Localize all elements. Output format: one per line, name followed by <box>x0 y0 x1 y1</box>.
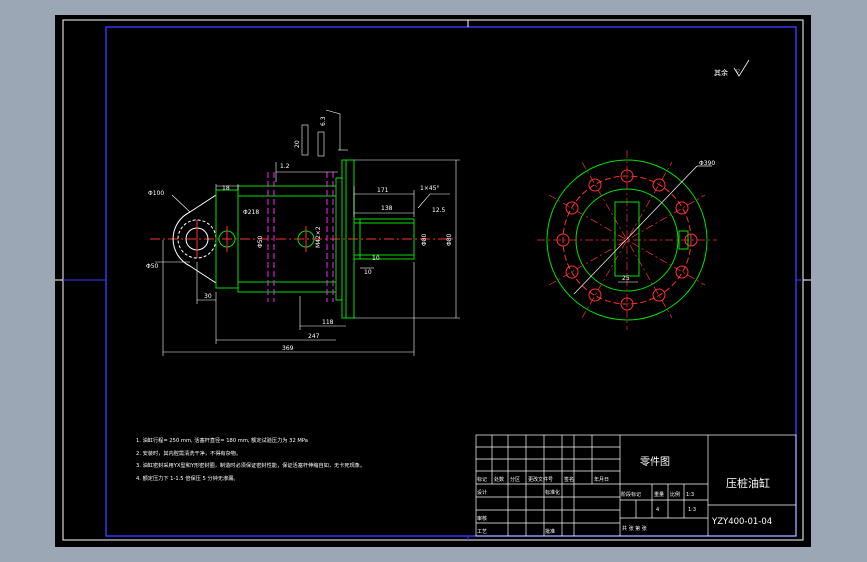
svg-text:4. 额定压力下 1-1.5 倍保压 5 分钟无渗漏。: 4. 额定压力下 1-1.5 倍保压 5 分钟无渗漏。 <box>136 474 239 482</box>
svg-text:30: 30 <box>204 293 212 300</box>
svg-text:YZY400-01-04: YZY400-01-04 <box>711 517 772 527</box>
svg-text:阶段标记: 阶段标记 <box>621 491 641 498</box>
svg-text:共 张 第 张: 共 张 第 张 <box>622 525 647 532</box>
svg-text:18: 18 <box>222 185 230 192</box>
cad-drawing-viewport[interactable]: 其余 ▽ Φ100 Φ50 Φ218 18 30 118 247 369 171… <box>0 0 867 562</box>
svg-text:标准化: 标准化 <box>545 489 560 496</box>
svg-text:审核: 审核 <box>477 515 487 522</box>
svg-text:▽: ▽ <box>736 69 740 75</box>
svg-text:369: 369 <box>282 345 294 352</box>
svg-text:3. 油缸密封采用YX型和Y形密封圈，制造时必须保证密封性能: 3. 油缸密封采用YX型和Y形密封圈，制造时必须保证密封性能，保证活塞杆伸缩自如… <box>136 461 365 469</box>
svg-text:Φ218: Φ218 <box>243 209 259 216</box>
svg-text:M42×2: M42×2 <box>315 226 322 248</box>
svg-text:其余: 其余 <box>714 68 728 77</box>
svg-text:设计: 设计 <box>477 489 487 496</box>
svg-text:4: 4 <box>656 507 659 513</box>
svg-text:1:3: 1:3 <box>688 507 696 513</box>
svg-text:分区: 分区 <box>510 476 520 483</box>
svg-text:Φ80: Φ80 <box>421 233 428 246</box>
svg-text:138: 138 <box>381 205 393 212</box>
svg-text:1.2: 1.2 <box>280 163 290 170</box>
svg-text:1. 油缸行程= 250 mm, 活塞杆直径= 180 mm: 1. 油缸行程= 250 mm, 活塞杆直径= 180 mm, 额定试验压力为 … <box>136 436 308 444</box>
svg-text:171: 171 <box>377 187 389 194</box>
svg-text:签名: 签名 <box>564 476 574 483</box>
svg-text:年月日: 年月日 <box>594 476 609 483</box>
svg-text:10: 10 <box>364 269 372 276</box>
svg-text:Φ50: Φ50 <box>146 263 159 270</box>
svg-text:重量: 重量 <box>654 491 664 498</box>
svg-text:零件图: 零件图 <box>640 456 670 468</box>
svg-text:处数: 处数 <box>494 476 504 483</box>
svg-text:10: 10 <box>372 255 380 262</box>
svg-text:标记: 标记 <box>477 476 487 483</box>
svg-text:25: 25 <box>622 275 630 282</box>
svg-text:247: 247 <box>308 333 320 340</box>
svg-text:Φ100: Φ100 <box>148 190 164 197</box>
svg-text:6.3: 6.3 <box>320 116 327 126</box>
svg-text:更改文件号: 更改文件号 <box>528 476 553 483</box>
svg-text:Φ390: Φ390 <box>699 160 715 167</box>
svg-text:12.5: 12.5 <box>432 207 446 214</box>
svg-text:比例: 比例 <box>670 491 680 498</box>
svg-text:1×45°: 1×45° <box>420 185 439 192</box>
svg-text:20: 20 <box>294 140 301 148</box>
svg-text:118: 118 <box>322 319 334 326</box>
svg-text:Φ80: Φ80 <box>446 233 453 246</box>
svg-text:1:3: 1:3 <box>686 492 694 498</box>
svg-text:Φ50: Φ50 <box>257 235 264 248</box>
svg-text:压桩油缸: 压桩油缸 <box>726 476 770 490</box>
svg-text:2. 安装时，其内腔需清洗干净，不得有杂物。: 2. 安装时，其内腔需清洗干净，不得有杂物。 <box>136 449 241 457</box>
svg-text:批准: 批准 <box>545 528 555 535</box>
svg-text:工艺: 工艺 <box>477 529 487 535</box>
